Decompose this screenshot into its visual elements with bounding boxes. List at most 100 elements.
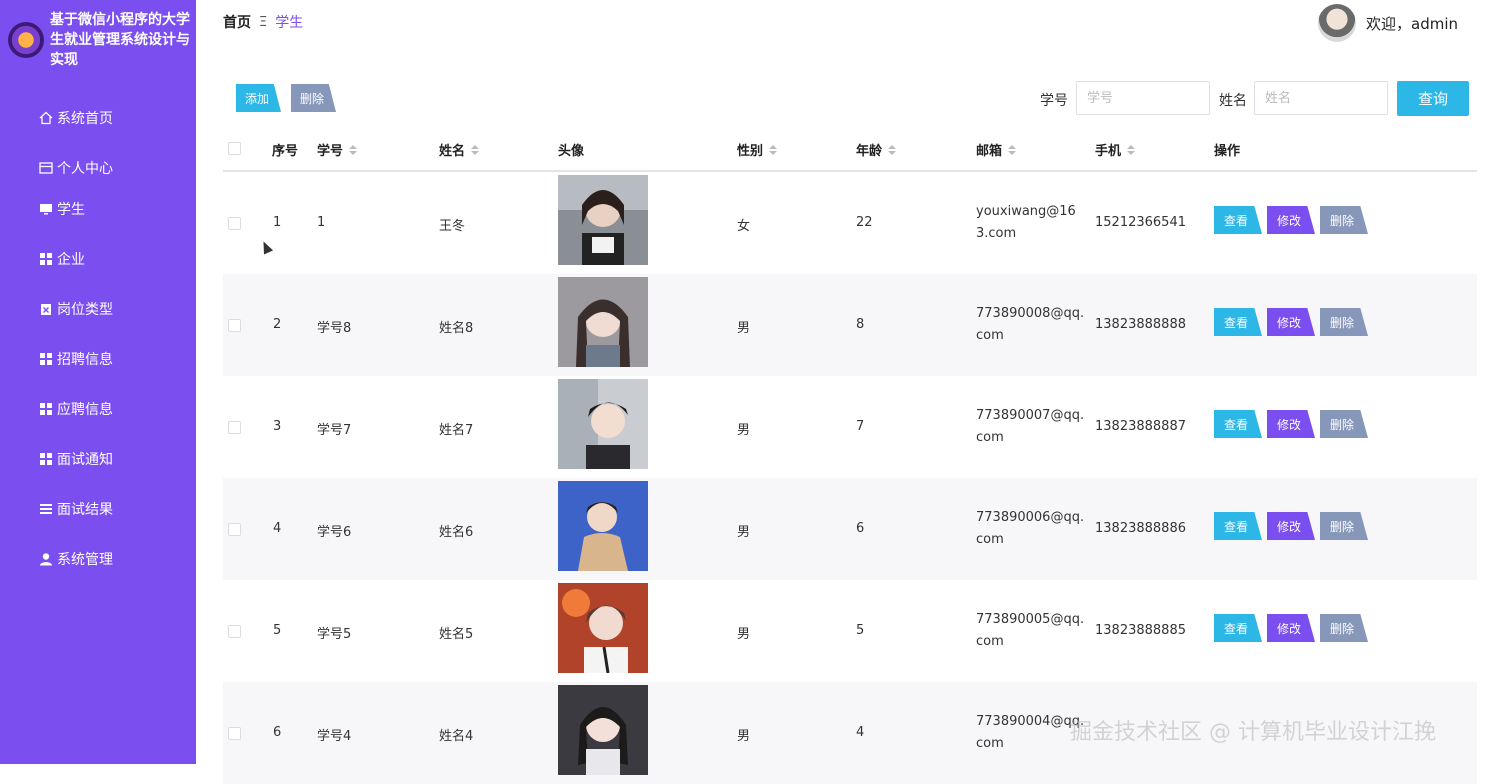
col-email[interactable]: 邮箱 (976, 140, 1017, 159)
student-photo (558, 277, 648, 367)
filter-id-label: 学号 (1040, 93, 1068, 109)
cell-age: 7 (856, 419, 865, 434)
sidebar-item-home[interactable]: 系统首页 (38, 106, 113, 130)
name-input[interactable] (1254, 81, 1388, 115)
select-all-checkbox[interactable] (228, 142, 241, 155)
row-checkbox[interactable] (228, 421, 241, 434)
cell-email: 773890008@qq.com (976, 306, 1085, 343)
edit-button[interactable]: 修改 (1267, 206, 1316, 234)
cell-index: 5 (273, 623, 282, 638)
cell-phone: 15212366541 (1095, 215, 1186, 230)
edit-button[interactable]: 修改 (1267, 614, 1316, 642)
sidebar-item-label: 岗位类型 (57, 302, 113, 318)
view-button[interactable]: 查看 (1214, 512, 1263, 540)
sidebar-item-recruit[interactable]: 招聘信息 (38, 347, 113, 371)
row-checkbox[interactable] (228, 319, 241, 332)
table-row: 3 学号7 姓名7 男 7 773890007@qq.com 138238888… (223, 376, 1477, 478)
col-label: 手机 (1095, 144, 1122, 159)
sort-icon[interactable] (769, 144, 778, 155)
breadcrumb-home[interactable]: 首页 (223, 12, 251, 32)
table-row: 4 学号6 姓名6 男 6 773890006@qq.com 138238888… (223, 478, 1477, 580)
view-button[interactable]: 查看 (1214, 206, 1263, 234)
user-icon (38, 551, 54, 567)
col-phone[interactable]: 手机 (1095, 140, 1136, 159)
grid-icon (38, 451, 54, 467)
cell-email: 773890007@qq.com (976, 408, 1085, 445)
cell-index: 6 (273, 725, 282, 740)
sidebar-item-label: 企业 (57, 252, 85, 268)
monitor-icon (38, 201, 54, 217)
view-button[interactable]: 查看 (1214, 614, 1263, 642)
view-button[interactable]: 查看 (1214, 410, 1263, 438)
table-header: 序号 学号 姓名 头像 性别 年龄 邮箱 手机 操作 (223, 126, 1477, 172)
sidebar-item-label: 面试通知 (57, 452, 113, 468)
list-icon (38, 501, 54, 517)
cell-gender: 女 (737, 219, 751, 234)
grid-icon (38, 401, 54, 417)
search-button[interactable]: 查询 (1397, 81, 1469, 116)
cell-gender: 男 (737, 423, 751, 438)
sidebar-item-job-type[interactable]: 岗位类型 (38, 297, 113, 321)
breadcrumb-separator: Ξ (259, 14, 268, 30)
row-checkbox[interactable] (228, 727, 241, 740)
delete-button[interactable]: 删除 (1320, 614, 1369, 642)
cell-age: 6 (856, 521, 865, 536)
row-checkbox[interactable] (228, 523, 241, 536)
cell-age: 8 (856, 317, 865, 332)
sidebar-item-student[interactable]: 学生 (38, 197, 85, 221)
sidebar-item-interview-notice[interactable]: 面试通知 (38, 447, 113, 471)
col-name[interactable]: 姓名 (439, 140, 480, 159)
col-student-id[interactable]: 学号 (317, 140, 358, 159)
cell-student-id: 学号7 (317, 423, 352, 438)
cell-name: 王冬 (439, 219, 466, 234)
delete-button[interactable]: 删除 (1320, 206, 1369, 234)
welcome-text: 欢迎，admin (1366, 14, 1458, 33)
col-label: 学号 (317, 144, 344, 159)
col-actions: 操作 (1214, 144, 1241, 159)
sidebar-item-label: 学生 (57, 202, 85, 218)
sidebar-item-label: 系统首页 (57, 111, 113, 127)
clipboard-icon (38, 301, 54, 317)
filter-name-label: 姓名 (1219, 93, 1247, 109)
col-label: 年龄 (856, 144, 883, 159)
student-id-input[interactable] (1076, 81, 1210, 115)
sort-icon[interactable] (888, 144, 897, 155)
cell-index: 2 (273, 317, 282, 332)
sidebar-item-personal[interactable]: 个人中心 (38, 156, 113, 180)
edit-button[interactable]: 修改 (1267, 308, 1316, 336)
sidebar-item-system[interactable]: 系统管理 (38, 547, 113, 571)
sidebar-item-company[interactable]: 企业 (38, 247, 85, 271)
cell-phone: 13823888885 (1095, 623, 1186, 638)
sort-icon[interactable] (349, 144, 358, 155)
sort-icon[interactable] (1127, 144, 1136, 155)
row-checkbox[interactable] (228, 217, 241, 230)
user-menu[interactable]: 欢迎，admin (1318, 4, 1458, 42)
sidebar-item-interview-result[interactable]: 面试结果 (38, 497, 113, 521)
row-checkbox[interactable] (228, 625, 241, 638)
bulk-delete-button[interactable]: 删除 (291, 84, 337, 112)
sort-icon[interactable] (1008, 144, 1017, 155)
sidebar-item-apply[interactable]: 应聘信息 (38, 397, 113, 421)
cell-student-id: 学号8 (317, 321, 352, 336)
app-logo (8, 22, 44, 58)
cell-email: 773890006@qq.com (976, 510, 1085, 547)
delete-button[interactable]: 删除 (1320, 308, 1369, 336)
col-label: 性别 (737, 144, 764, 159)
view-button[interactable]: 查看 (1214, 308, 1263, 336)
cell-index: 4 (273, 521, 282, 536)
sidebar-item-label: 招聘信息 (57, 352, 113, 368)
cell-name: 姓名4 (439, 729, 474, 744)
edit-button[interactable]: 修改 (1267, 410, 1316, 438)
col-gender[interactable]: 性别 (737, 140, 778, 159)
add-button[interactable]: 添加 (236, 84, 282, 112)
col-age[interactable]: 年龄 (856, 140, 897, 159)
cell-phone: 13823888888 (1095, 317, 1186, 332)
sort-icon[interactable] (471, 144, 480, 155)
student-photo (558, 685, 648, 775)
delete-button[interactable]: 删除 (1320, 512, 1369, 540)
delete-button[interactable]: 删除 (1320, 410, 1369, 438)
cell-email: 773890005@qq.com (976, 612, 1085, 649)
edit-button[interactable]: 修改 (1267, 512, 1316, 540)
avatar[interactable] (1318, 4, 1356, 42)
col-index: 序号 (272, 144, 299, 159)
